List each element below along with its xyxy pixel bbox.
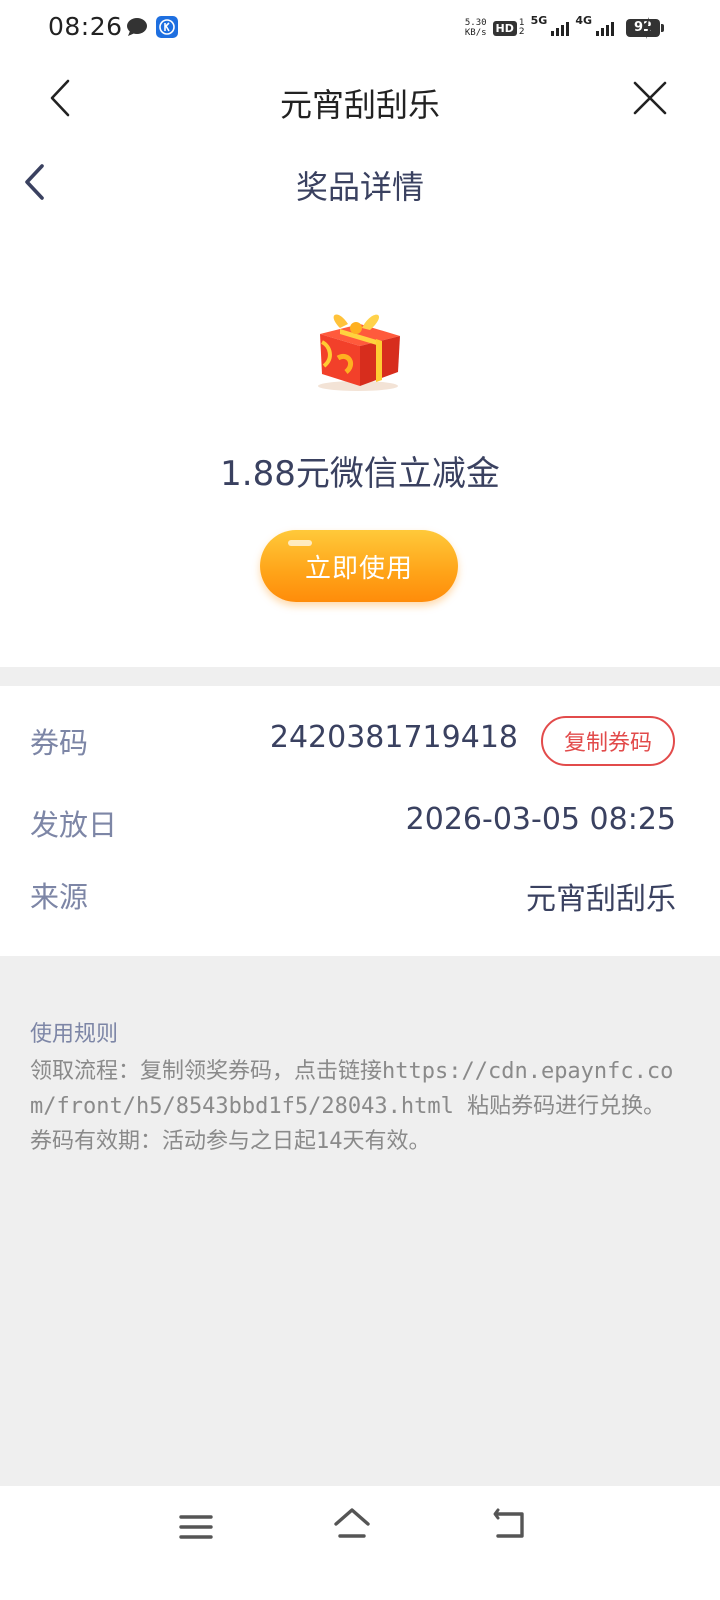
coupon-label: 券码 (30, 726, 89, 760)
menu-icon[interactable] (178, 1512, 214, 1542)
coupon-details: 券码 2420381719418 复制券码 发放日 2026-03-05 08:… (0, 686, 720, 956)
net-speed-value: 5.30 (464, 18, 487, 28)
system-nav-bar (0, 1486, 720, 1600)
signal-4g-icon (596, 20, 614, 36)
back-icon[interactable] (492, 1506, 530, 1542)
source-value: 元宵刮刮乐 (526, 882, 676, 917)
use-now-button[interactable]: 立即使用 (260, 530, 458, 602)
status-time: 08:26 (48, 12, 123, 41)
issue-date-value: 2026-03-05 08:25 (405, 802, 676, 837)
home-icon[interactable] (332, 1506, 372, 1542)
page-title: 元宵刮刮乐 (279, 86, 440, 124)
net-speed-unit: KB/s (464, 28, 487, 38)
coupon-code: 2420381719418 (269, 720, 518, 755)
usage-rules: 使用规则 领取流程：复制领奖券码，点击链接https://cdn.epaynfc… (0, 956, 720, 1486)
copy-code-button[interactable]: 复制券码 (541, 716, 675, 766)
rules-title: 使用规则 (30, 1022, 119, 1047)
chat-bubble-icon (127, 18, 147, 36)
prize-card: 1.88元微信立减金 立即使用 (0, 224, 720, 667)
charging-bolt-icon (643, 17, 653, 39)
sub-title: 奖品详情 (295, 168, 424, 206)
status-indicators: 5.30 KB/s HD 1 2 5G 4G 92 (465, 14, 664, 42)
gift-box-icon (318, 314, 400, 391)
button-shine (288, 540, 312, 546)
close-icon[interactable] (632, 80, 668, 116)
status-bar: 08:26 5.30 KB/s HD 1 2 5G 4G 92 (0, 0, 720, 56)
net-speed: 5.30 KB/s (465, 18, 487, 38)
signal-4g-label: 4G (575, 14, 592, 27)
issue-date-label: 发放日 (30, 808, 118, 842)
signal-5g-label: 5G (530, 14, 548, 27)
hd-sub: 1 2 (518, 18, 525, 37)
hd-badge: HD (492, 20, 517, 36)
source-label: 来源 (30, 880, 89, 914)
app-k-icon (156, 16, 178, 38)
use-now-label: 立即使用 (304, 553, 413, 584)
top-header: 元宵刮刮乐 (0, 56, 720, 144)
sub-header: 奖品详情 (0, 144, 720, 224)
prize-name: 1.88元微信立减金 (220, 454, 500, 494)
signal-5g-icon (551, 20, 570, 36)
rules-text: 领取流程：复制领奖券码，点击链接https://cdn.epaynfc.com/… (30, 1059, 674, 1154)
